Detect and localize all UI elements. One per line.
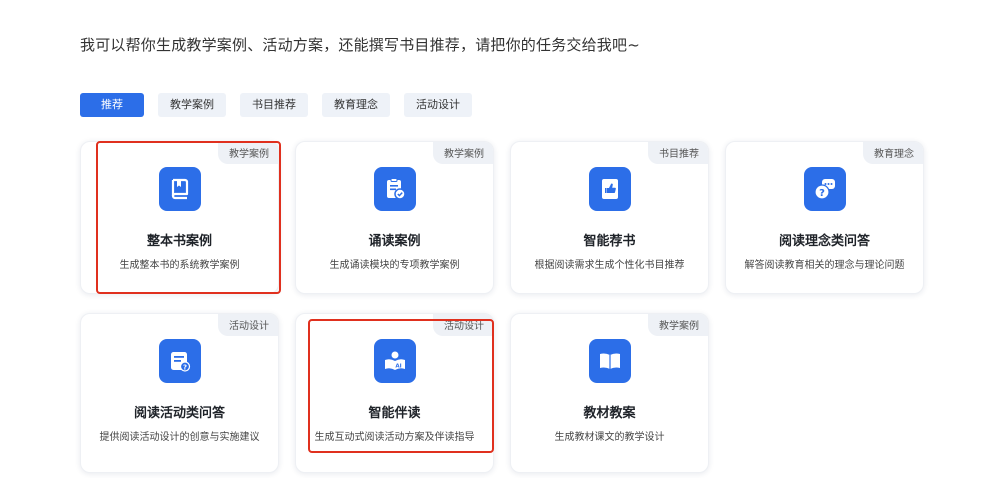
card-smart-reading-companion[interactable]: 活动设计 AI 智能伴读 生成互动式阅读活动方案及伴读指导 <box>295 313 494 473</box>
book-icon <box>158 167 201 211</box>
tab-book-recommend[interactable]: 书目推荐 <box>240 93 308 117</box>
card-tag: 教育理念 <box>863 142 923 164</box>
card-title: 阅读理念类问答 <box>778 234 870 249</box>
tab-activity-design[interactable]: 活动设计 <box>404 93 472 117</box>
open-book-icon <box>588 339 631 383</box>
svg-text:AI: AI <box>395 364 401 370</box>
card-tag: 教学案例 <box>218 142 278 164</box>
document-question-icon: ? <box>158 339 201 383</box>
card-tag: 活动设计 <box>433 314 493 336</box>
card-desc: 生成教材课文的教学设计 <box>554 432 665 443</box>
card-desc: 根据阅读需求生成个性化书目推荐 <box>534 260 685 271</box>
card-title: 教材教案 <box>583 406 636 421</box>
card-title: 智能荐书 <box>583 234 636 249</box>
thumbs-up-book-icon <box>588 167 631 211</box>
tab-recommend[interactable]: 推荐 <box>80 93 144 117</box>
card-reading-concept-qa[interactable]: 教育理念 ? 阅读理念类问答 解答阅读教育相关的理念与理论问题 <box>725 141 924 294</box>
card-recitation-case[interactable]: 教学案例 诵读案例 生成诵读模块的专项教学案例 <box>295 141 494 294</box>
card-desc: 解答阅读教育相关的理念与理论问题 <box>744 260 905 271</box>
svg-text:?: ? <box>819 188 825 199</box>
card-tag: 教学案例 <box>433 142 493 164</box>
card-smart-book-recommend[interactable]: 书目推荐 智能荐书 根据阅读需求生成个性化书目推荐 <box>510 141 709 294</box>
card-title: 整本书案例 <box>146 234 212 249</box>
card-desc: 生成互动式阅读活动方案及伴读指导 <box>314 432 475 443</box>
card-title: 诵读案例 <box>368 234 421 249</box>
tab-education-concept[interactable]: 教育理念 <box>322 93 390 117</box>
card-title: 智能伴读 <box>368 406 421 421</box>
card-desc: 生成诵读模块的专项教学案例 <box>329 260 460 271</box>
intro-text: 我可以帮你生成教学案例、活动方案，还能撰写书目推荐，请把你的任务交给我吧~ <box>80 36 640 54</box>
svg-text:?: ? <box>182 363 186 371</box>
card-textbook-lesson-plan[interactable]: 教学案例 教材教案 生成教材课文的教学设计 <box>510 313 709 473</box>
card-desc: 生成整本书的系统教学案例 <box>119 260 240 271</box>
card-tag: 教学案例 <box>648 314 708 336</box>
category-tabs: 推荐 教学案例 书目推荐 教育理念 活动设计 <box>80 93 472 117</box>
clipboard-check-icon <box>373 167 416 211</box>
card-tag: 书目推荐 <box>648 142 708 164</box>
card-reading-activity-qa[interactable]: 活动设计 ? 阅读活动类问答 提供阅读活动设计的创意与实施建议 <box>80 313 279 473</box>
card-whole-book-case[interactable]: 教学案例 整本书案例 生成整本书的系统教学案例 <box>80 141 279 294</box>
ai-reading-icon: AI <box>373 339 416 383</box>
chat-question-icon: ? <box>803 167 846 211</box>
card-tag: 活动设计 <box>218 314 278 336</box>
card-title: 阅读活动类问答 <box>133 406 225 421</box>
card-desc: 提供阅读活动设计的创意与实施建议 <box>99 432 260 443</box>
tab-teaching-cases[interactable]: 教学案例 <box>158 93 226 117</box>
